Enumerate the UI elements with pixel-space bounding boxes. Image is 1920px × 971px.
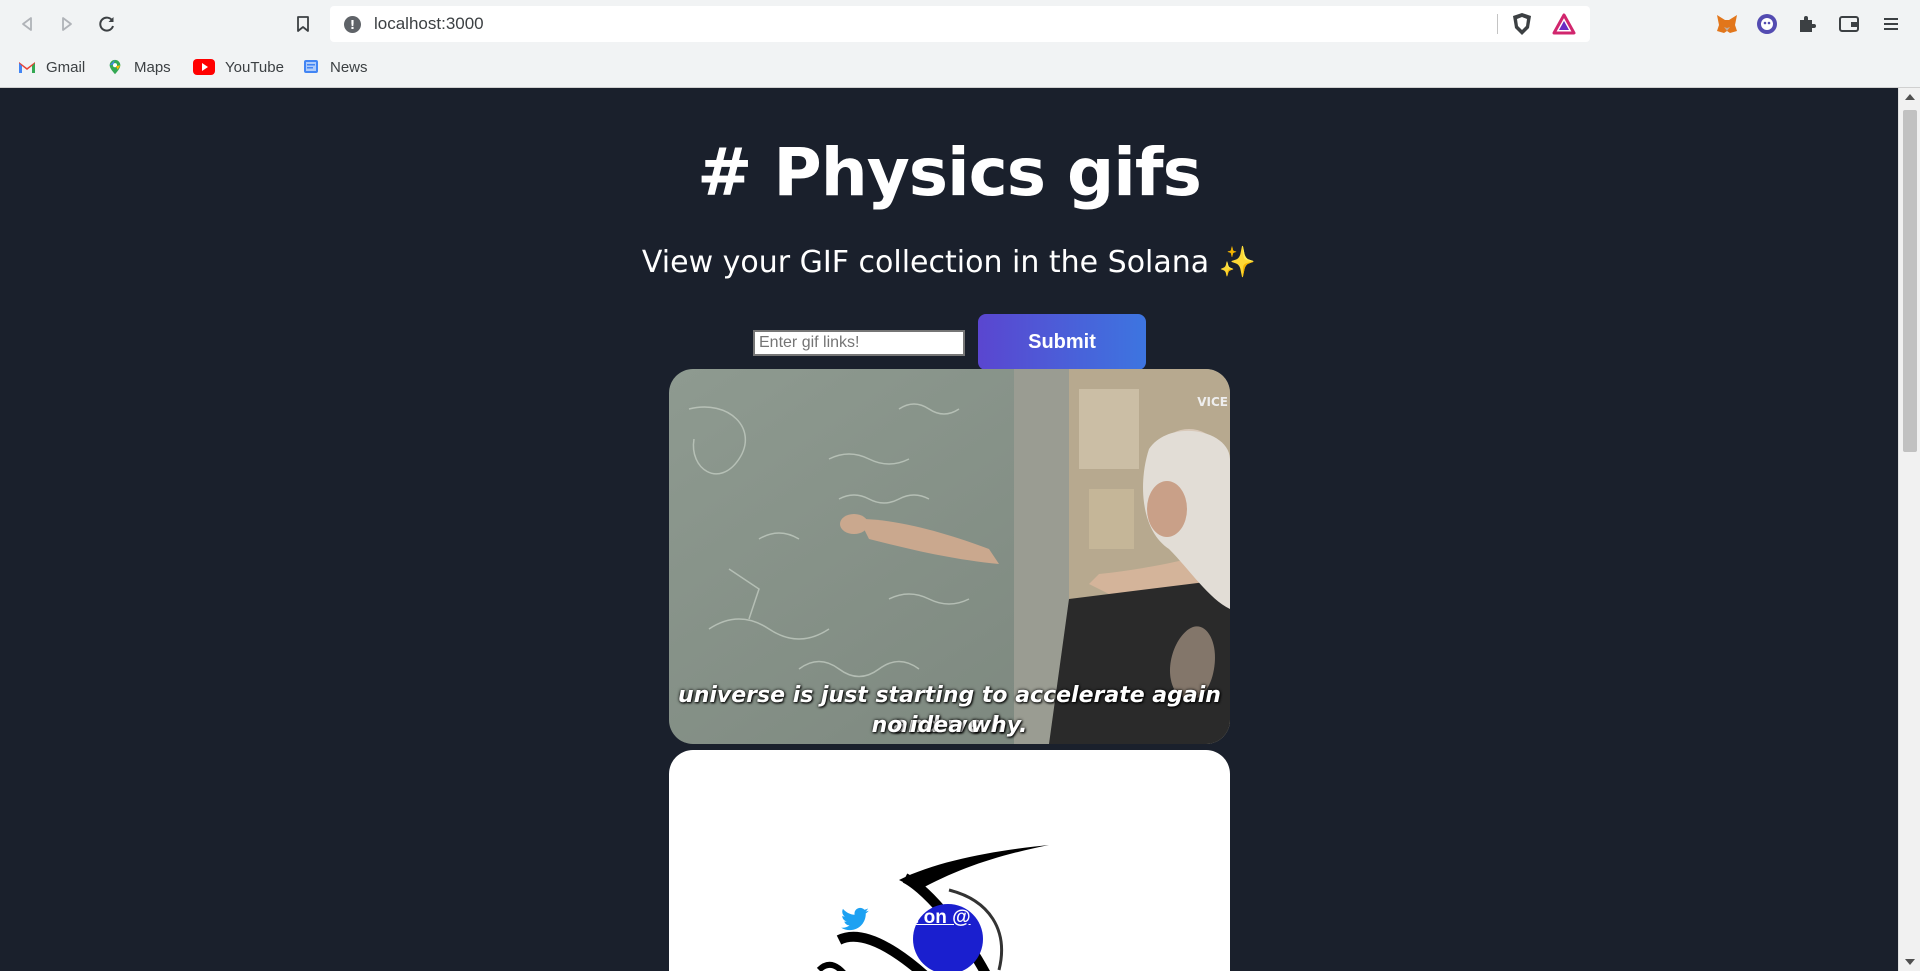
brave-rewards-icon[interactable] xyxy=(1552,12,1576,36)
gif-image xyxy=(816,845,1049,971)
scrollbar-thumb[interactable] xyxy=(1903,110,1917,452)
bookmarks-bar: Gmail Maps YouTube News xyxy=(0,48,1920,88)
menu-icon[interactable] xyxy=(1879,12,1903,36)
reload-icon xyxy=(99,16,114,32)
extensions-icon[interactable] xyxy=(1795,12,1819,36)
bookmark-button[interactable] xyxy=(288,9,318,39)
bookmark-gmail[interactable]: Gmail xyxy=(18,54,85,80)
bookmark-label: Maps xyxy=(134,58,171,76)
bookmark-label: YouTube xyxy=(225,58,284,76)
twitter-icon xyxy=(841,907,869,931)
bookmark-label: News xyxy=(330,58,368,76)
browser-toolbar: ! localhost:3000 xyxy=(0,0,1920,48)
scroll-up-icon[interactable] xyxy=(1905,94,1915,100)
back-button[interactable] xyxy=(12,9,42,39)
submit-button[interactable]: Submit xyxy=(978,314,1146,370)
bookmark-label: Gmail xyxy=(46,58,86,76)
metamask-icon[interactable] xyxy=(1715,12,1739,36)
news-icon xyxy=(304,60,318,73)
bookmark-youtube[interactable]: YouTube xyxy=(193,54,284,80)
bookmark-icon xyxy=(297,16,309,32)
page-content: # Physics gifs View your GIF collection … xyxy=(0,88,1898,971)
phantom-icon[interactable] xyxy=(1755,12,1779,36)
page-title: # Physics gifs xyxy=(697,134,1202,211)
wallet-icon[interactable] xyxy=(1837,12,1861,36)
address-url: localhost:3000 xyxy=(374,14,484,33)
gif-card: t on @ xyxy=(669,750,1230,971)
gif-caption-line2: no idea why. xyxy=(871,713,1028,738)
page-scrollbar[interactable] xyxy=(1898,88,1920,971)
gif-card: VICE universe is just starting to accele… xyxy=(669,369,1230,744)
gif-link-input[interactable] xyxy=(753,330,965,356)
twitter-handle-link[interactable]: t on @ xyxy=(912,907,971,929)
gif-watermark: VICE xyxy=(1197,395,1228,409)
brave-shield-icon[interactable] xyxy=(1510,12,1534,36)
youtube-icon xyxy=(193,59,215,75)
back-arrow-icon xyxy=(22,17,32,31)
scroll-down-icon[interactable] xyxy=(1905,959,1915,965)
gmail-icon xyxy=(19,62,35,73)
page-subtitle: View your GIF collection in the Solana ✨ xyxy=(641,245,1257,280)
forward-arrow-icon xyxy=(62,17,72,31)
bookmark-maps[interactable]: Maps xyxy=(106,54,171,80)
address-bar[interactable]: ! localhost:3000 xyxy=(330,6,1590,42)
bookmark-news[interactable]: News xyxy=(302,54,368,80)
maps-icon xyxy=(109,59,121,75)
reload-button[interactable] xyxy=(92,9,122,39)
site-info-icon[interactable]: ! xyxy=(344,16,361,33)
omnibox-divider xyxy=(1497,14,1498,34)
forward-button[interactable] xyxy=(52,9,82,39)
